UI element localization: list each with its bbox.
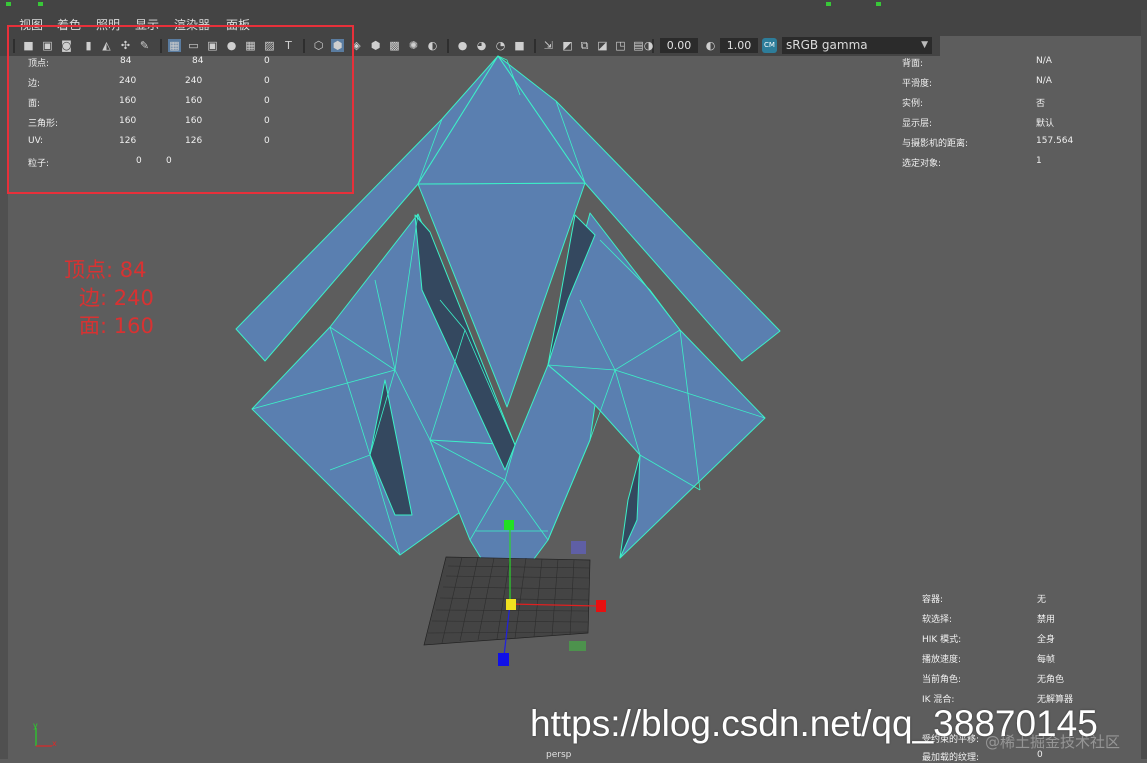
detail-label: 背面: xyxy=(902,59,924,69)
info-value: 全身 xyxy=(1037,635,1056,645)
y-axis-handle xyxy=(504,520,514,530)
x-axis-handle xyxy=(596,600,606,612)
info-value: 无角色 xyxy=(1037,675,1065,685)
plane-handle xyxy=(569,641,586,651)
detail-value: N/A xyxy=(1036,56,1052,66)
annotation-faces: 面: 160 xyxy=(79,314,154,338)
info-value: 无 xyxy=(1037,595,1047,605)
info-label: 当前角色: xyxy=(922,675,962,685)
center-handle xyxy=(506,599,516,610)
view-axis-icon: y x xyxy=(33,721,57,748)
detail-label: 与摄影机的距离: xyxy=(902,139,969,149)
detail-label: 实例: xyxy=(902,99,924,109)
annotation-vertices: 顶点: 84 xyxy=(64,258,147,282)
z-axis-handle xyxy=(498,653,509,666)
plane-handle xyxy=(571,541,586,554)
svg-text:x: x xyxy=(52,739,57,748)
info-label: 容器: xyxy=(922,595,944,605)
highlight-box xyxy=(7,25,354,194)
info-label: HIK 模式: xyxy=(922,635,962,645)
info-label: 软选择: xyxy=(922,615,953,625)
detail-value: N/A xyxy=(1036,76,1052,86)
watermark-url: https://blog.csdn.net/qq_38870145 xyxy=(530,703,1098,744)
detail-value: 否 xyxy=(1036,99,1046,109)
detail-label: 显示层: xyxy=(902,119,933,129)
detail-value: 1 xyxy=(1036,156,1042,166)
annotation-edges: 边: 240 xyxy=(79,286,154,310)
detail-value: 默认 xyxy=(1036,119,1055,129)
detail-value: 157.564 xyxy=(1036,136,1074,146)
info-label: 播放速度: xyxy=(922,655,962,665)
info-label: 最加载的纹理: xyxy=(922,753,980,763)
info-value: 禁用 xyxy=(1037,615,1056,625)
detail-label: 选定对象: xyxy=(902,159,942,169)
detail-label: 平滑度: xyxy=(902,79,933,89)
svg-text:y: y xyxy=(33,721,38,730)
info-value: 每帧 xyxy=(1037,655,1056,665)
